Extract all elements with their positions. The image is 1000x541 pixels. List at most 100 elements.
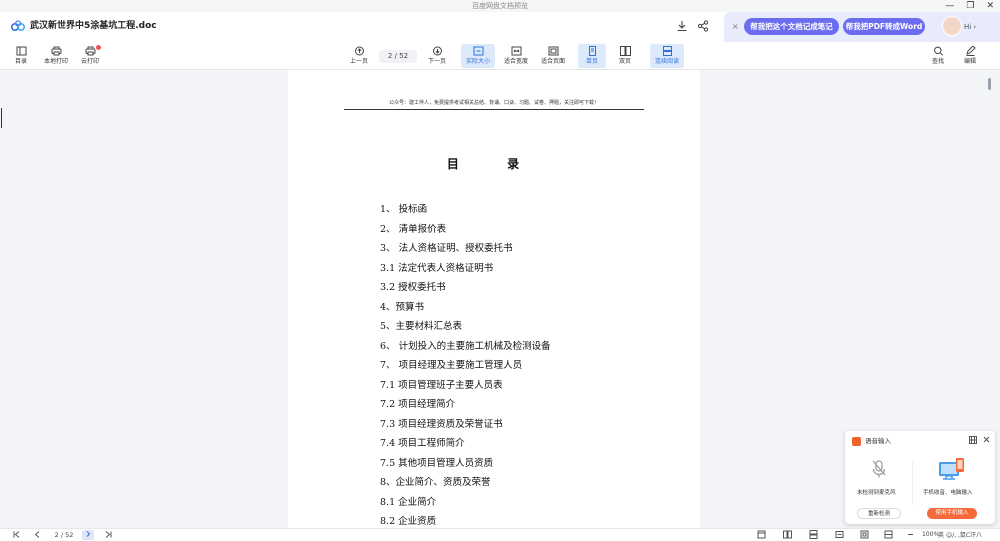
ai-avatar[interactable] [942, 16, 962, 36]
microphone-muted-icon [872, 460, 886, 478]
download-icon[interactable] [676, 20, 688, 32]
toc-item: 8.2 企业资质 [380, 516, 437, 527]
recheck-button[interactable]: 重新检测 [857, 508, 901, 519]
toc-item: 5、主要材料汇总表 [380, 321, 463, 332]
last-page-icon[interactable] [104, 530, 113, 541]
prev-page-icon [354, 46, 365, 56]
actual-size-small-icon[interactable] [884, 530, 893, 541]
toc-list: 1、 投标函 2、 清单报价表 3、 法人资格证明、授权委托书 3.1 法定代表… [380, 200, 551, 528]
share-icon[interactable] [697, 20, 709, 32]
single-page-icon [587, 46, 598, 56]
text-cursor [1, 108, 2, 128]
cloud-printer-icon [85, 46, 96, 56]
fit-page-icon [548, 46, 559, 56]
edit-label: 编辑 [963, 58, 976, 65]
fit-page-button[interactable]: 适合页面 [536, 44, 570, 68]
double-page-icon [619, 46, 631, 56]
page-header-text: 公众号：建工伴人，免费提供考试相关总结、背诵、口诀、习题、试卷、押题，关注即可下… [388, 100, 599, 106]
local-print-button[interactable]: 本地打印 [39, 44, 73, 68]
voice-menu-icon[interactable] [969, 436, 977, 448]
search-icon [933, 46, 944, 56]
double-page-button[interactable]: 双页 [611, 44, 639, 68]
zoom-out-icon[interactable] [906, 530, 915, 541]
ime-indicator: ☺/, ,鼠C汗八 [945, 532, 983, 539]
prev-page-button[interactable]: 上一页 [342, 44, 376, 68]
page-indicator-input[interactable]: 2 / 52 [379, 50, 417, 63]
next-page-small-icon[interactable] [82, 530, 94, 540]
toc-heading: 目 录 [446, 157, 542, 171]
fit-width-button[interactable]: 适合宽度 [499, 44, 533, 68]
toc-button[interactable]: 目录 [4, 44, 38, 68]
view-double-icon[interactable] [783, 530, 792, 541]
vertical-scrollbar[interactable] [988, 78, 991, 90]
toc-item: 3.1 法定代表人资格证明书 [380, 262, 494, 274]
toc-item: 6、 计划投入的主要施工机械及检测设备 [380, 340, 551, 352]
fit-width-label: 适合宽度 [503, 58, 528, 65]
single-page-button[interactable]: 单页 [578, 44, 606, 68]
voice-input-popup: 语音输入 未检测到麦克风 手机收音、电脑输入 重新检测 使用手机输入 [845, 431, 995, 524]
prev-page-label: 上一页 [349, 58, 368, 65]
document-page: 公众号：建工伴人，免费提供考试相关总结、背诵、口诀、习题、试卷、押题，关注即可下… [288, 70, 700, 528]
continuous-reading-button[interactable]: 连续阅读 [650, 44, 684, 68]
bottom-page-indicator[interactable]: 2 / 52 [47, 530, 81, 540]
voice-input-title: 语音输入 [865, 437, 891, 445]
toc-item: 3、 法人资格证明、授权委托书 [380, 243, 513, 254]
toc-item: 4、预算书 [380, 301, 425, 313]
status-bar: 2 / 52 100% 英 ☺/, ,鼠C汗八 [0, 528, 1000, 541]
fit-page-label: 适合页面 [540, 58, 565, 65]
close-window-icon[interactable]: ✕ [986, 0, 994, 12]
ai-greeting[interactable]: Hi › [964, 21, 976, 33]
printer-icon [51, 46, 62, 56]
ai-pdf-to-word-button[interactable]: 帮我把PDF转成Word [843, 18, 925, 35]
toc-item: 2、 清单报价表 [380, 223, 447, 235]
toc-item: 3.2 授权委托书 [380, 282, 446, 293]
actual-size-label: 实际大小 [465, 58, 490, 65]
voice-close-icon[interactable] [983, 436, 990, 447]
no-microphone-text: 未检测到麦克风 [857, 490, 896, 496]
toc-item: 1、 投标函 [380, 204, 428, 215]
actual-size-icon [473, 46, 484, 56]
voice-divider [912, 461, 913, 505]
ai-assistant-panel: × 帮我把这个文档记成笔记 帮我把PDF转成Word Hi › [724, 12, 1000, 42]
toc-item: 8、企业简介、资质及荣誉 [380, 477, 491, 488]
baidu-netdisk-logo-icon [11, 20, 25, 31]
notification-dot [96, 45, 101, 50]
toc-item: 7.3 项目经理资质及荣誉证书 [380, 418, 503, 430]
fit-page-small-icon[interactable] [860, 530, 869, 541]
ime-status: 英 ☺/, ,鼠C汗八 [938, 531, 982, 541]
restore-icon[interactable]: ❐ [966, 0, 974, 12]
single-page-label: 单页 [585, 58, 598, 65]
view-continuous-icon[interactable] [809, 530, 818, 541]
zoom-level[interactable]: 100% [922, 530, 939, 540]
view-single-icon[interactable] [757, 530, 766, 541]
toc-item: 7.2 项目经理简介 [380, 399, 456, 410]
minimize-icon[interactable]: — [945, 0, 954, 12]
sogou-logo-icon [852, 437, 861, 446]
next-page-button[interactable]: 下一页 [420, 44, 454, 68]
use-phone-input-button[interactable]: 使用手机输入 [927, 508, 977, 519]
toc-label: 目录 [14, 58, 27, 65]
prev-page-small-icon[interactable] [33, 530, 42, 541]
toc-icon [16, 46, 27, 56]
search-label: 查找 [931, 58, 944, 65]
edit-pencil-icon [965, 45, 976, 56]
ai-notes-button[interactable]: 帮我把这个文档记成笔记 [744, 18, 839, 35]
toc-item: 7、 项目经理及主要施工管理人员 [380, 360, 523, 371]
toc-item: 7.1 项目管理班子主要人员表 [380, 379, 503, 391]
actual-size-button[interactable]: 实际大小 [461, 44, 495, 68]
fit-width-icon [511, 46, 522, 56]
search-button[interactable]: 查找 [921, 44, 955, 68]
cloud-print-button[interactable]: 云打印 [73, 44, 107, 68]
document-title: 武汉新世界中5涂基坑工程.doc [30, 21, 157, 31]
toc-item: 7.5 其他项目管理人员资质 [380, 457, 494, 469]
toc-item: 7.4 项目工程师简介 [380, 438, 465, 449]
phone-computer-icon [939, 458, 964, 480]
ai-close-icon[interactable]: × [732, 21, 739, 33]
first-page-icon[interactable] [12, 530, 21, 541]
ime-lang: 英 [938, 532, 945, 539]
window-titlebar: 百度网盘文档预览 — ❐ ✕ [0, 0, 1000, 12]
edit-button[interactable]: 编辑 [953, 44, 987, 68]
cloud-print-label: 云打印 [80, 58, 99, 65]
next-page-label: 下一页 [427, 58, 446, 65]
fit-width-small-icon[interactable] [835, 530, 844, 541]
